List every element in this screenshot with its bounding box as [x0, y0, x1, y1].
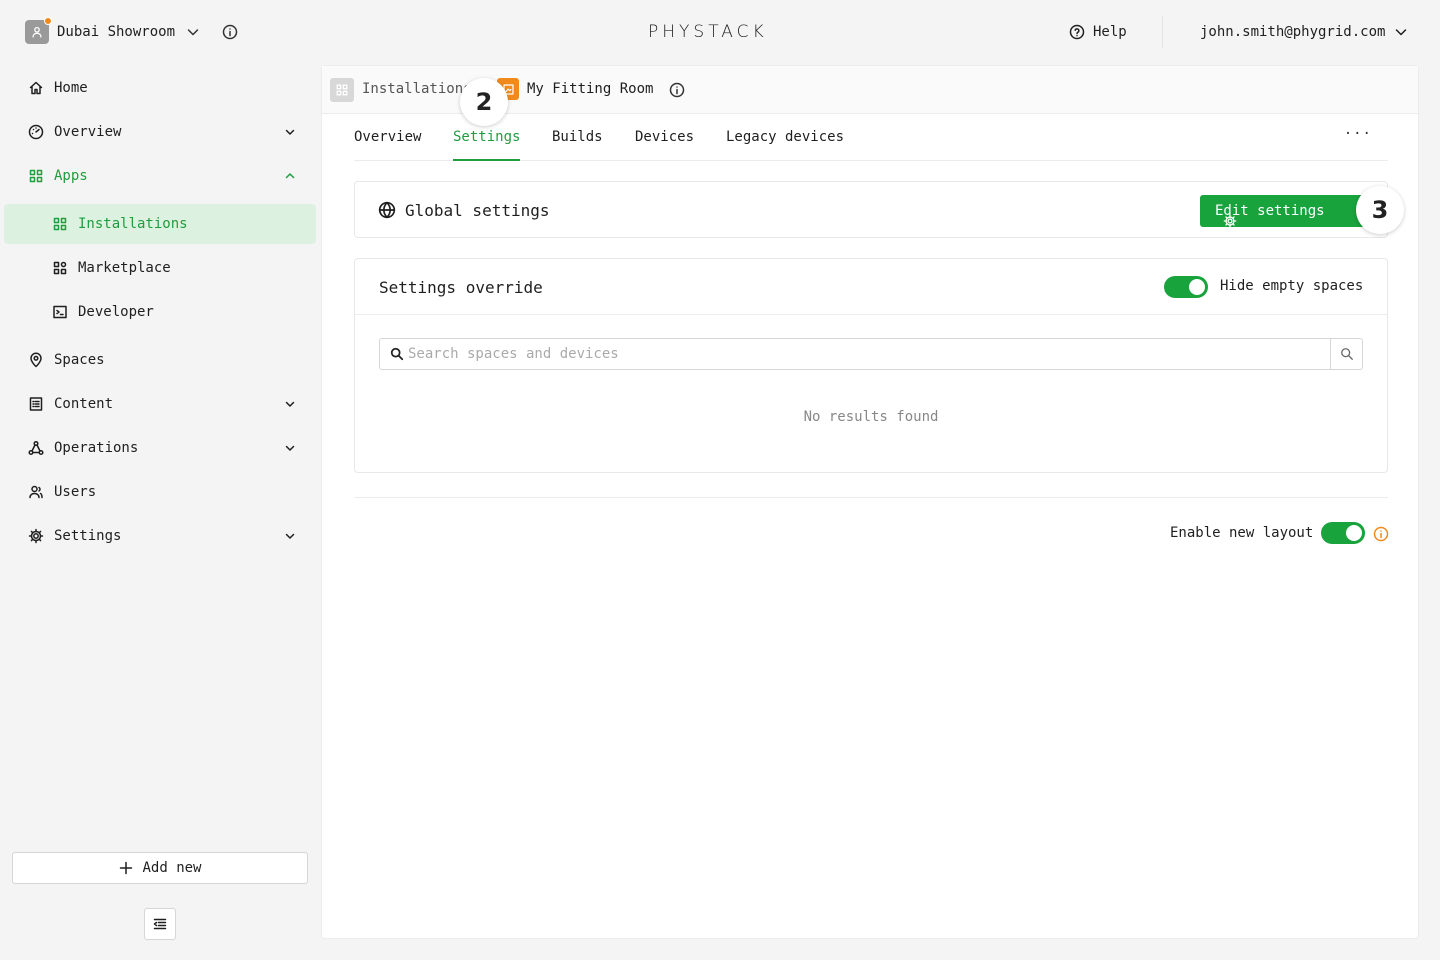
chevron-down-icon	[1396, 29, 1407, 36]
enable-new-layout-toggle[interactable]	[1321, 522, 1365, 544]
network-icon	[28, 440, 44, 456]
toggle-knob	[1346, 525, 1362, 541]
logo: PHYSTACK	[648, 22, 768, 42]
info-icon[interactable]	[1373, 526, 1389, 542]
tab-legacy-devices[interactable]: Legacy devices	[726, 129, 844, 159]
top-divider	[1162, 16, 1163, 48]
chevron-down-icon	[285, 445, 295, 451]
user-menu[interactable]: john.smith@phygrid.com	[1200, 24, 1409, 40]
sidebar-item-content[interactable]: Content	[4, 384, 316, 424]
sidebar-item-label: Users	[54, 484, 97, 500]
breadcrumb-current: My Fitting Room	[527, 81, 654, 97]
chevron-down-icon	[285, 533, 295, 539]
grid-icon	[53, 217, 67, 231]
settings-override-card: Settings override Hide empty spaces No r…	[354, 258, 1388, 473]
gear-icon	[1223, 214, 1237, 228]
tab-overview[interactable]: Overview	[354, 129, 421, 159]
sidebar-item-label: Developer	[78, 304, 154, 320]
chevron-down-icon	[285, 401, 295, 407]
gear-icon	[28, 528, 44, 544]
chevron-down-icon	[187, 29, 199, 36]
sidebar-item-developer[interactable]: Developer	[4, 292, 316, 332]
tab-bar: Overview Settings Builds Devices Legacy …	[354, 114, 1388, 161]
sidebar-item-label: Apps	[54, 168, 88, 184]
users-icon	[29, 485, 43, 499]
sidebar-item-label: Overview	[54, 124, 122, 140]
user-icon	[32, 26, 42, 38]
search-icon	[390, 347, 404, 361]
sidebar-item-label: Spaces	[54, 352, 105, 368]
sidebar-item-settings[interactable]: Settings	[4, 516, 316, 556]
edit-settings-button[interactable]: Edit settings	[1200, 195, 1366, 228]
top-bar: Dubai Showroom PHYSTACK Help john.smith@…	[0, 0, 1440, 64]
help-label: Help	[1093, 24, 1127, 40]
search-icon	[1340, 348, 1353, 360]
org-name: Dubai Showroom	[57, 24, 176, 40]
empty-state-text: No results found	[803, 409, 939, 425]
collapse-list-icon	[153, 918, 167, 930]
help-link[interactable]: Help	[1069, 24, 1127, 40]
sidebar-item-label: Home	[54, 80, 88, 96]
org-switcher[interactable]: Dubai Showroom	[25, 17, 201, 44]
sidebar-item-spaces[interactable]: Spaces	[4, 340, 316, 380]
hide-empty-spaces-toggle[interactable]	[1164, 276, 1208, 298]
org-status-dot	[44, 17, 52, 25]
grid-plus-icon	[53, 261, 67, 275]
global-settings-title: Global settings	[405, 201, 550, 220]
breadcrumb-parent[interactable]: Installations	[362, 81, 467, 97]
sidebar-item-users[interactable]: Users	[4, 472, 316, 512]
step-badge-3: 3	[1356, 186, 1404, 234]
step-badge-2: 2	[460, 78, 508, 126]
search-input[interactable]	[408, 343, 1328, 365]
sidebar-item-label: Content	[54, 396, 114, 412]
sidebar-item-label: Marketplace	[78, 260, 171, 276]
sidebar-item-home[interactable]: Home	[4, 68, 316, 108]
enable-new-layout-label: Enable new layout	[1170, 525, 1314, 541]
help-circle-icon	[1069, 24, 1085, 40]
global-settings-card: Global settings Edit settings	[354, 181, 1388, 238]
home-icon	[29, 81, 43, 95]
gauge-icon	[28, 124, 44, 140]
toggle-knob	[1189, 279, 1205, 295]
chevron-up-icon	[285, 173, 295, 179]
sidebar-item-overview[interactable]: Overview	[4, 112, 316, 152]
sidebar-item-installations[interactable]: Installations	[4, 204, 316, 244]
pin-icon	[30, 352, 42, 368]
chevron-down-icon	[285, 129, 295, 135]
sidebar-item-operations[interactable]: Operations	[4, 428, 316, 468]
user-email: john.smith@phygrid.com	[1200, 24, 1386, 40]
search-field	[379, 338, 1363, 370]
sidebar-item-label: Settings	[54, 528, 122, 544]
hide-empty-spaces-label: Hide empty spaces	[1220, 278, 1364, 294]
add-new-button[interactable]: Add new	[12, 852, 308, 884]
add-new-label: Add new	[142, 860, 202, 876]
more-options-icon[interactable]: ···	[1344, 126, 1372, 142]
terminal-icon	[53, 305, 67, 319]
main-panel: Installations My Fitting Room 2 Overview…	[321, 65, 1419, 939]
tab-builds[interactable]: Builds	[552, 129, 603, 159]
org-avatar	[25, 17, 52, 44]
plus-icon	[120, 861, 133, 875]
settings-override-header: Settings override Hide empty spaces	[355, 259, 1387, 315]
grid-icon	[29, 169, 43, 183]
collapse-sidebar-button[interactable]	[144, 908, 176, 940]
sidebar-item-apps[interactable]: Apps	[4, 156, 316, 196]
sidebar-item-marketplace[interactable]: Marketplace	[4, 248, 316, 288]
globe-icon	[378, 201, 396, 219]
info-icon[interactable]	[669, 82, 685, 98]
settings-override-title: Settings override	[379, 278, 543, 297]
tab-devices[interactable]: Devices	[635, 129, 694, 159]
document-icon	[29, 397, 43, 411]
divider	[354, 497, 1388, 498]
search-button[interactable]	[1330, 339, 1362, 369]
info-icon[interactable]	[222, 24, 238, 40]
sidebar: Home Overview Apps Installations Marketp…	[0, 64, 320, 960]
grid-icon	[330, 78, 354, 102]
sidebar-item-label: Installations	[78, 216, 188, 232]
sidebar-item-label: Operations	[54, 440, 139, 456]
tab-settings[interactable]: Settings	[453, 129, 521, 161]
